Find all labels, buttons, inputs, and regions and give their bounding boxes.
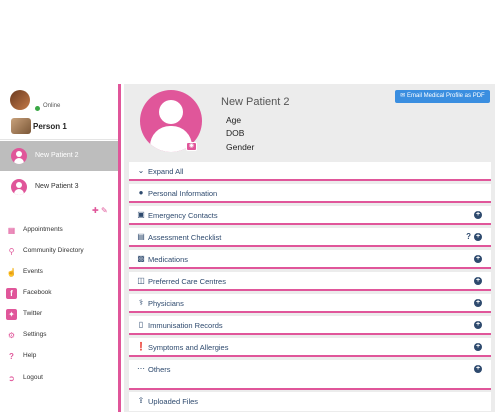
online-status-icon (35, 106, 40, 111)
section-label: Physicians (148, 299, 184, 308)
nav-label: Events (23, 268, 43, 275)
help-icon[interactable]: ? (466, 232, 471, 241)
main-panel: ◉ New Patient 2 Age DOB Gender ✉ Email M… (124, 84, 495, 412)
section-immunisation-records[interactable]: ▯ Immunisation Records + (129, 316, 491, 335)
add-user-icon[interactable]: ✚ (92, 206, 99, 215)
nav-label: Twitter (23, 310, 43, 317)
sidebar-item-person-1[interactable]: Person 1 (0, 114, 118, 140)
chevron-down-icon: ⌄ (137, 166, 145, 175)
user-avatar[interactable] (10, 90, 30, 110)
section-label: Assessment Checklist (148, 233, 222, 242)
section-physicians[interactable]: ⚕ Physicians + (129, 294, 491, 313)
list-icon: ▤ (137, 232, 145, 241)
online-status-label: Online (43, 103, 61, 109)
plus-circle-icon[interactable]: + (474, 211, 482, 219)
plus-circle-icon[interactable]: + (474, 299, 482, 307)
nav-logout[interactable]: ➲ Logout (6, 372, 118, 386)
doctor-icon: ⚕ (138, 298, 144, 307)
nav-label: Settings (23, 331, 47, 338)
section-symptoms-and-allergies[interactable]: ❗ Symptoms and Allergies + (129, 338, 491, 357)
section-medications[interactable]: ▩ Medications + (129, 250, 491, 269)
section-emergency-contacts[interactable]: ▣ Emergency Contacts + (129, 206, 491, 225)
medkit-icon: ▩ (137, 254, 145, 263)
app-frame: Online Person 1 New Patient 2 New Patien… (0, 84, 504, 416)
person-label: Person 1 (33, 122, 67, 131)
patient-label: New Patient 3 (35, 183, 79, 190)
section-label: Others (148, 365, 171, 374)
section-label: Uploaded Files (148, 397, 199, 406)
plus-circle-icon[interactable]: + (474, 277, 482, 285)
gender-label: Gender (226, 142, 255, 152)
email-pdf-button[interactable]: ✉ Email Medical Profile as PDF (395, 90, 490, 103)
question-icon: ? (9, 352, 14, 361)
hospital-icon: ◫ (137, 276, 145, 285)
section-label: Symptoms and Allergies (148, 343, 229, 352)
upload-icon: ⇪ (137, 396, 145, 405)
user-icon: ● (138, 188, 144, 197)
section-preferred-care-centres[interactable]: ◫ Preferred Care Centres + (129, 272, 491, 291)
nav-twitter[interactable]: ✦ Twitter (6, 308, 118, 322)
envelope-icon: ✉ (400, 93, 406, 99)
section-personal-information[interactable]: ● Personal Information (129, 184, 491, 203)
camera-icon[interactable]: ◉ (186, 142, 197, 151)
section-others[interactable]: ⋯ Others + (129, 360, 491, 390)
nav-label: Appointments (23, 226, 63, 233)
section-label: Medications (148, 255, 189, 264)
section-uploaded-files[interactable]: ⇪ Uploaded Files (129, 392, 491, 411)
patient-avatar-icon (11, 179, 27, 195)
plus-circle-icon[interactable]: + (474, 255, 482, 263)
section-label: Personal Information (148, 189, 218, 198)
nav-label: Help (23, 352, 37, 359)
patient-label: New Patient 2 (35, 152, 79, 159)
nav-help[interactable]: ? Help (6, 350, 118, 364)
add-patient-tools: ✚ ✎ (92, 206, 108, 215)
more-icon: ⋯ (137, 364, 145, 373)
expand-all-label: Expand All (148, 167, 184, 176)
sidebar-item-new-patient-2[interactable]: New Patient 2 (0, 141, 118, 171)
sidebar: Online Person 1 New Patient 2 New Patien… (0, 84, 121, 412)
book-icon: ▯ (138, 320, 144, 329)
nav-label: Logout (23, 374, 43, 381)
alert-icon: ❗ (136, 342, 146, 351)
gear-icon: ⚙ (7, 331, 16, 340)
patient-avatar-icon (11, 148, 27, 164)
search-icon: ⚲ (8, 247, 15, 256)
calendar-icon: ▦ (7, 226, 16, 235)
nav-label: Facebook (23, 289, 52, 296)
nav-events[interactable]: ☝ Events (6, 266, 118, 280)
twitter-icon: ✦ (6, 309, 17, 320)
sidebar-item-new-patient-3[interactable]: New Patient 3 (0, 172, 118, 202)
person-avatar (11, 118, 31, 134)
hand-icon: ☝ (6, 268, 17, 277)
plus-circle-icon[interactable]: + (474, 343, 482, 351)
section-label: Emergency Contacts (148, 211, 218, 220)
facebook-icon: f (6, 288, 17, 299)
wrench-icon[interactable]: ✎ (101, 206, 108, 215)
nav-community-directory[interactable]: ⚲ Community Directory (6, 245, 118, 259)
expand-all-row[interactable]: ⌄ Expand All (129, 162, 491, 181)
nav-facebook[interactable]: f Facebook (6, 287, 118, 301)
plus-circle-icon[interactable]: + (474, 321, 482, 329)
patient-name: New Patient 2 (221, 96, 290, 108)
nav-settings[interactable]: ⚙ Settings (6, 329, 118, 343)
section-label: Immunisation Records (148, 321, 223, 330)
email-pdf-label: Email Medical Profile as PDF (407, 93, 485, 99)
nav-appointments[interactable]: ▦ Appointments (6, 224, 118, 238)
plus-circle-icon[interactable]: + (474, 365, 482, 373)
ambulance-icon: ▣ (137, 210, 145, 219)
section-label: Preferred Care Centres (148, 277, 226, 286)
nav-label: Community Directory (23, 247, 84, 254)
plus-circle-icon[interactable]: + (474, 233, 482, 241)
section-assessment-checklist[interactable]: ▤ Assessment Checklist ? + (129, 228, 491, 247)
dob-label: DOB (226, 128, 245, 138)
logout-icon: ➲ (8, 374, 15, 383)
age-label: Age (226, 115, 242, 125)
